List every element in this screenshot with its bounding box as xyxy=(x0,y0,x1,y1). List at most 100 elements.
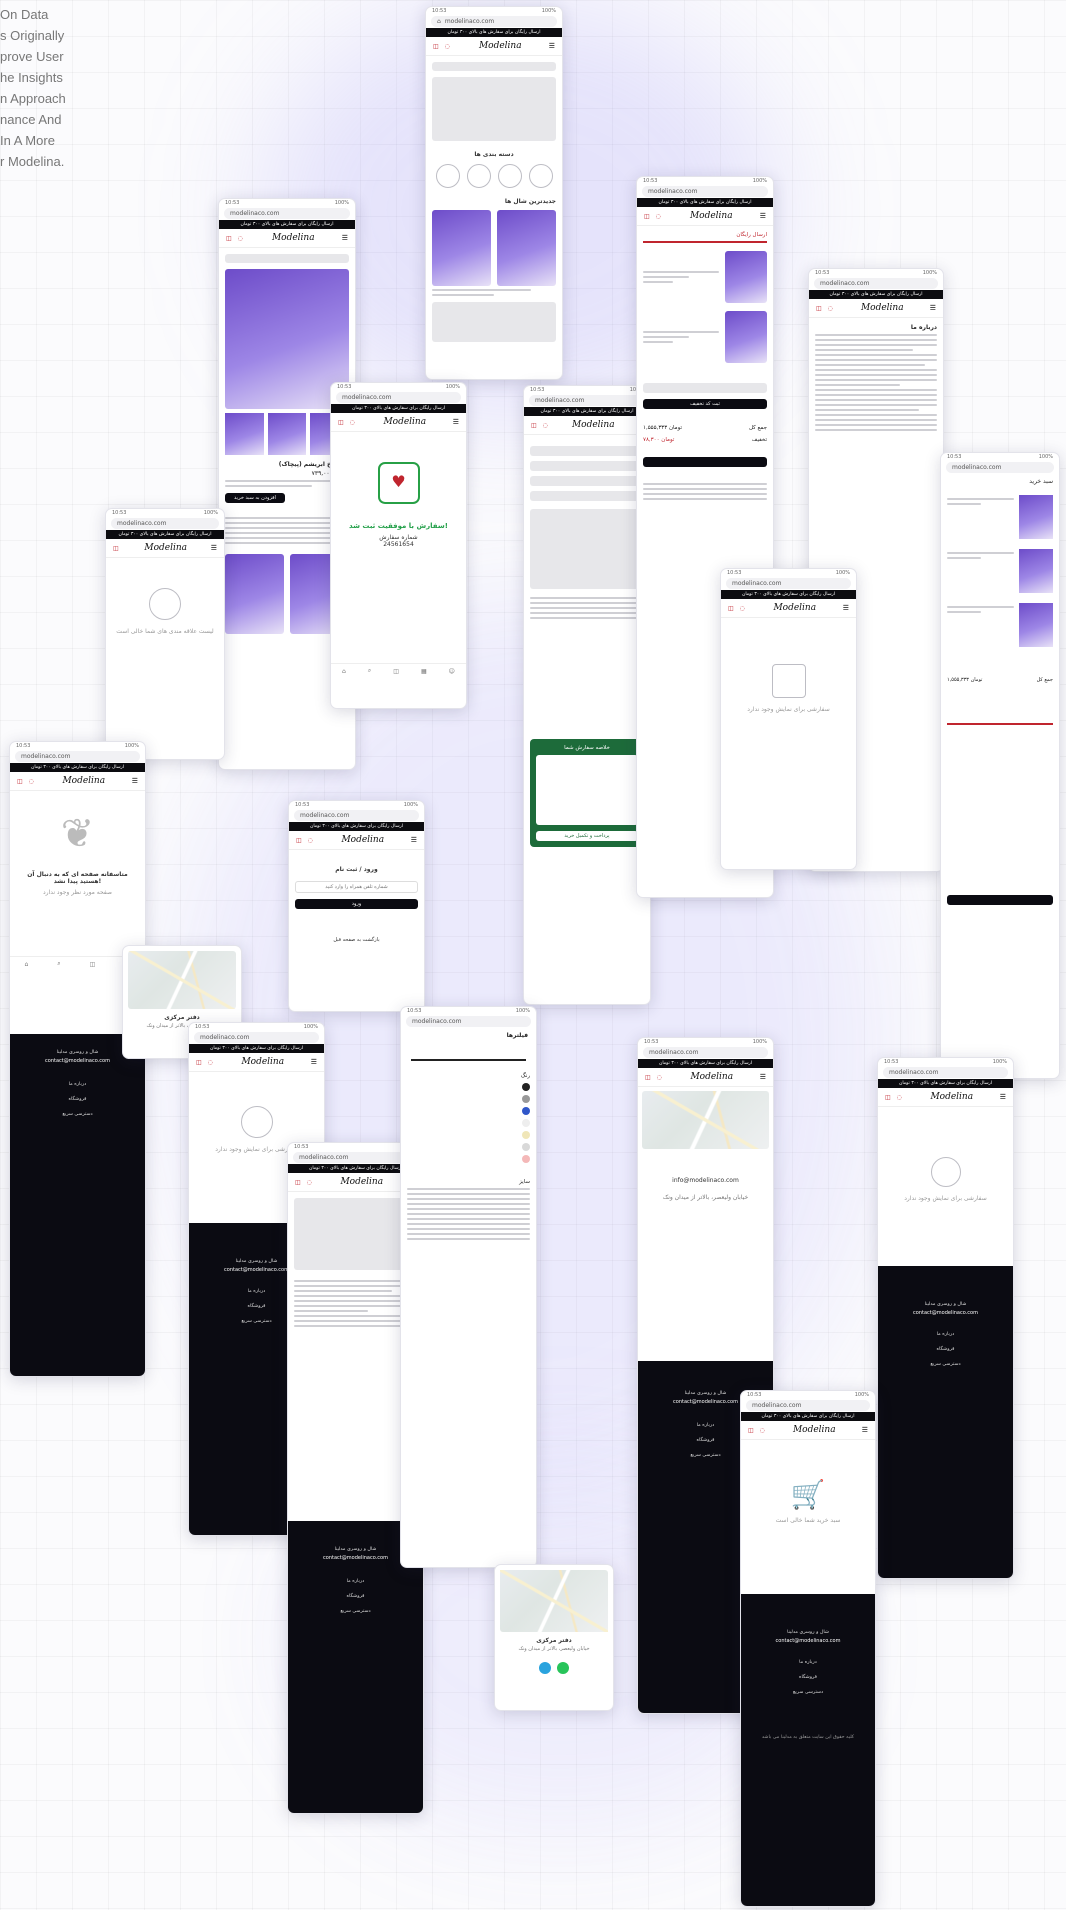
footer-section[interactable]: دسترسی سریع xyxy=(292,1609,419,1614)
side-checkout-button[interactable] xyxy=(947,895,1053,905)
footer-section[interactable]: دسترسی سریع xyxy=(882,1362,1009,1367)
back-link[interactable]: بازگشت به صفحه قبل xyxy=(295,937,418,943)
footer-section[interactable]: درباره ما xyxy=(14,1082,141,1087)
url-bar[interactable]: modelinaco.com xyxy=(642,186,768,197)
url-bar[interactable]: modelinaco.com xyxy=(224,208,350,219)
coupon-button[interactable]: ثبت کد تخفیف xyxy=(643,399,767,409)
url-bar[interactable]: modelinaco.com xyxy=(746,1400,870,1411)
cart-icon[interactable]: ◫ xyxy=(90,961,96,968)
logo[interactable]: Modelina xyxy=(690,1072,733,1082)
url-bar[interactable]: modelinaco.com xyxy=(111,518,219,529)
cart-item-image[interactable] xyxy=(725,311,767,363)
coupon-input[interactable] xyxy=(643,383,767,393)
logo[interactable]: Modelina xyxy=(340,1177,383,1187)
map[interactable] xyxy=(128,951,236,1009)
url-bar[interactable]: modelinaco.com xyxy=(336,392,461,403)
color-swatch[interactable] xyxy=(522,1095,530,1103)
contact-email[interactable]: info@modelinaco.com xyxy=(638,1177,773,1184)
color-swatch[interactable] xyxy=(522,1083,530,1091)
category-icon[interactable] xyxy=(497,164,522,188)
user-icon[interactable]: ☺ xyxy=(449,668,455,675)
form-field[interactable] xyxy=(530,476,644,486)
url-bar[interactable]: modelinaco.com xyxy=(883,1067,1008,1078)
menu-icon[interactable]: ☰ xyxy=(843,604,849,612)
footer-section[interactable]: درباره ما xyxy=(745,1660,871,1665)
cart-icon[interactable]: ◫ ◌ xyxy=(338,419,357,426)
logo[interactable]: Modelina xyxy=(383,417,426,427)
cart-icon[interactable]: ◫ ◌ xyxy=(644,213,663,220)
category-icon[interactable] xyxy=(528,164,553,188)
menu-icon[interactable]: ☰ xyxy=(453,418,459,426)
url-bar[interactable]: modelinaco.com xyxy=(814,278,938,289)
whatsapp-icon[interactable] xyxy=(557,1662,569,1674)
login-submit-button[interactable]: ورود xyxy=(295,899,418,909)
cart-icon[interactable]: ◫ ◌ xyxy=(17,778,36,785)
logo[interactable]: Modelina xyxy=(930,1092,973,1102)
cart-icon[interactable]: ◫ xyxy=(393,668,399,675)
home-icon[interactable]: ⌂ xyxy=(342,668,346,675)
logo[interactable]: Modelina xyxy=(341,835,384,845)
menu-icon[interactable]: ☰ xyxy=(411,836,417,844)
url-bar[interactable]: ⌂ modelinaco.com xyxy=(431,16,557,27)
product-card[interactable] xyxy=(432,210,491,286)
color-swatch[interactable] xyxy=(522,1107,530,1115)
logo[interactable]: Modelina xyxy=(861,303,904,313)
url-bar[interactable]: modelinaco.com xyxy=(294,810,419,821)
menu-icon[interactable]: ☰ xyxy=(862,1426,868,1434)
menu-icon[interactable]: ☰ xyxy=(132,777,138,785)
cart-icon[interactable]: ◫ xyxy=(113,545,121,552)
footer-section[interactable]: درباره ما xyxy=(292,1579,419,1584)
cart-icon[interactable]: ◫ ◌ xyxy=(748,1427,767,1434)
menu-icon[interactable]: ☰ xyxy=(342,234,348,242)
form-field[interactable] xyxy=(530,446,644,456)
cart-item-image[interactable] xyxy=(1019,495,1053,539)
map[interactable] xyxy=(500,1570,608,1632)
logo[interactable]: Modelina xyxy=(773,603,816,613)
pay-button[interactable]: پرداخت و تکمیل خرید xyxy=(536,831,638,841)
cart-icon[interactable]: ◫ ◌ xyxy=(226,235,245,242)
logo[interactable]: Modelina xyxy=(62,776,105,786)
search-input[interactable] xyxy=(432,62,556,71)
footer-section[interactable]: درباره ما xyxy=(882,1332,1009,1337)
menu-icon[interactable]: ☰ xyxy=(211,544,217,552)
phone-input[interactable] xyxy=(295,881,418,893)
url-bar[interactable]: modelinaco.com xyxy=(946,462,1054,473)
grid-icon[interactable]: ▦ xyxy=(421,668,427,675)
url-bar[interactable]: modelinaco.com xyxy=(726,578,851,589)
footer-section[interactable]: فروشگاه xyxy=(882,1347,1009,1352)
cart-icon[interactable]: ◫ ◌ xyxy=(885,1094,904,1101)
cart-icon[interactable]: ◫ ◌ xyxy=(816,305,835,312)
contact-map[interactable] xyxy=(642,1091,769,1149)
menu-icon[interactable]: ☰ xyxy=(549,42,555,50)
cart-item-image[interactable] xyxy=(1019,603,1053,647)
cart-icon[interactable]: ◫ ◌ xyxy=(433,43,452,50)
menu-icon[interactable]: ☰ xyxy=(760,212,766,220)
search-icon[interactable]: ⌕ xyxy=(368,667,371,675)
menu-icon[interactable]: ☰ xyxy=(1000,1093,1006,1101)
color-swatch[interactable] xyxy=(522,1119,530,1127)
color-swatch[interactable] xyxy=(522,1155,530,1163)
continue-button[interactable] xyxy=(643,457,767,467)
form-field[interactable] xyxy=(530,461,644,471)
cart-icon[interactable]: ◫ ◌ xyxy=(531,422,550,429)
telegram-icon[interactable] xyxy=(539,1662,551,1674)
footer-email[interactable]: contact@modelinaco.com xyxy=(882,1310,1009,1316)
upload-box[interactable] xyxy=(530,509,644,589)
logo[interactable]: Modelina xyxy=(572,420,615,430)
footer-email[interactable]: contact@modelinaco.com xyxy=(14,1058,141,1064)
thumb-image[interactable] xyxy=(225,413,264,455)
add-to-cart-button[interactable]: افزودن به سبد خرید xyxy=(225,493,285,503)
logo[interactable]: Modelina xyxy=(241,1057,284,1067)
url-bar[interactable]: modelinaco.com xyxy=(15,751,140,762)
cart-icon[interactable]: ◫ ◌ xyxy=(645,1074,664,1081)
search-input[interactable] xyxy=(225,254,349,263)
hero-slider[interactable] xyxy=(432,77,556,141)
form-field[interactable] xyxy=(530,491,644,501)
url-bar[interactable]: modelinaco.com xyxy=(529,395,645,406)
cart-icon[interactable]: ◫ ◌ xyxy=(728,605,747,612)
footer-section[interactable]: دسترسی سریع xyxy=(14,1112,141,1117)
footer-section[interactable]: فروشگاه xyxy=(745,1675,871,1680)
logo[interactable]: Modelina xyxy=(793,1425,836,1435)
url-bar[interactable]: modelinaco.com xyxy=(194,1032,319,1043)
logo[interactable]: Modelina xyxy=(144,543,187,553)
